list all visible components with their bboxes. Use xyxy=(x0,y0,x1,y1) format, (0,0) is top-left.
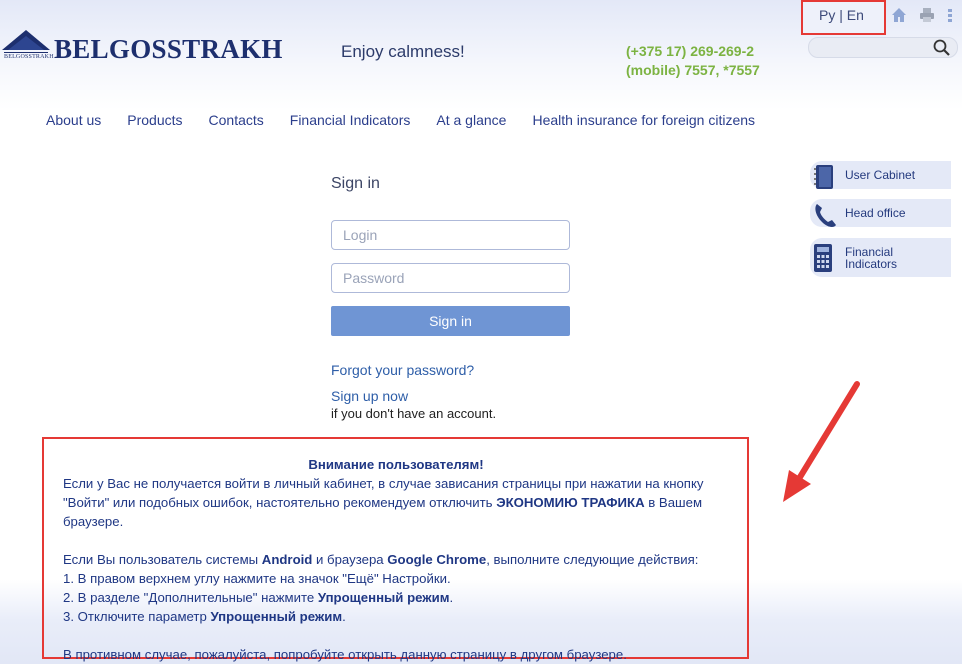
side-financial-label-line2: Indicators xyxy=(845,257,898,271)
sitemap-icon[interactable] xyxy=(946,6,962,24)
logo[interactable]: BELGOSSTRAKH BELGOSSTRAKH xyxy=(2,28,282,64)
no-account-text: if you don't have an account. xyxy=(331,406,497,421)
language-links: Ру | En xyxy=(819,7,864,23)
notice-step-3: 3. Отключите параметр Упрощенный режим. xyxy=(63,609,346,624)
password-input[interactable] xyxy=(331,263,570,293)
nav-about-us[interactable]: About us xyxy=(46,112,101,128)
search-icon[interactable] xyxy=(932,38,952,58)
notice-step-2: 2. В разделе "Дополнительные" нажмите Уп… xyxy=(63,590,454,605)
lang-en-link[interactable]: En xyxy=(847,7,864,23)
main-nav: About us Products Contacts Financial Ind… xyxy=(46,112,755,128)
forgot-password-link[interactable]: Forgot your password? xyxy=(331,362,474,378)
phone-number: (+375 17) 269-269-2 xyxy=(626,43,755,59)
home-icon[interactable] xyxy=(890,6,908,24)
nav-contacts[interactable]: Contacts xyxy=(209,112,264,128)
phone-handset-icon xyxy=(815,204,836,227)
notice-paragraph-2: Если Вы пользователь системы Android и б… xyxy=(63,552,699,567)
nav-products[interactable]: Products xyxy=(127,112,182,128)
notice-paragraph-1: Если у Вас не получается войти в личный … xyxy=(63,476,704,529)
side-user-cabinet[interactable]: User Cabinet xyxy=(810,161,951,189)
signin-title: Sign in xyxy=(331,175,380,192)
signin-button[interactable]: Sign in xyxy=(331,306,570,336)
annotation-arrow-icon xyxy=(783,381,860,502)
lang-ru-link[interactable]: Ру xyxy=(819,7,835,23)
slogan: Enjoy calmness! xyxy=(341,42,465,61)
notice-title: Внимание пользователям! xyxy=(308,457,484,472)
side-head-office[interactable]: Head office xyxy=(810,199,951,227)
signup-link[interactable]: Sign up now xyxy=(331,388,408,404)
nav-financial-indicators[interactable]: Financial Indicators xyxy=(290,112,411,128)
logo-text: BELGOSSTRAKH xyxy=(54,34,283,64)
print-icon[interactable] xyxy=(918,6,936,24)
side-user-cabinet-label: User Cabinet xyxy=(845,168,916,182)
user-notice: Внимание пользователям! Если у Вас не по… xyxy=(42,437,749,662)
calculator-icon xyxy=(814,244,832,272)
mobile-phone-number: (mobile) 7557, *7557 xyxy=(626,62,760,78)
notebook-icon xyxy=(814,165,833,189)
logo-small-text: BELGOSSTRAKH xyxy=(4,54,54,60)
login-input[interactable] xyxy=(331,220,570,250)
lang-separator: | xyxy=(839,7,843,23)
language-switcher: Ру | En xyxy=(801,0,886,35)
nav-at-a-glance[interactable]: At a glance xyxy=(436,112,506,128)
side-head-office-label: Head office xyxy=(845,206,906,220)
notice-step-1: 1. В правом верхнем углу нажмите на знач… xyxy=(63,571,451,586)
nav-health-insurance[interactable]: Health insurance for foreign citizens xyxy=(532,112,755,128)
side-financial-indicators[interactable]: Financial Indicators xyxy=(810,238,951,277)
notice-paragraph-3: В противном случае, пожалуйста, попробуй… xyxy=(63,647,627,662)
